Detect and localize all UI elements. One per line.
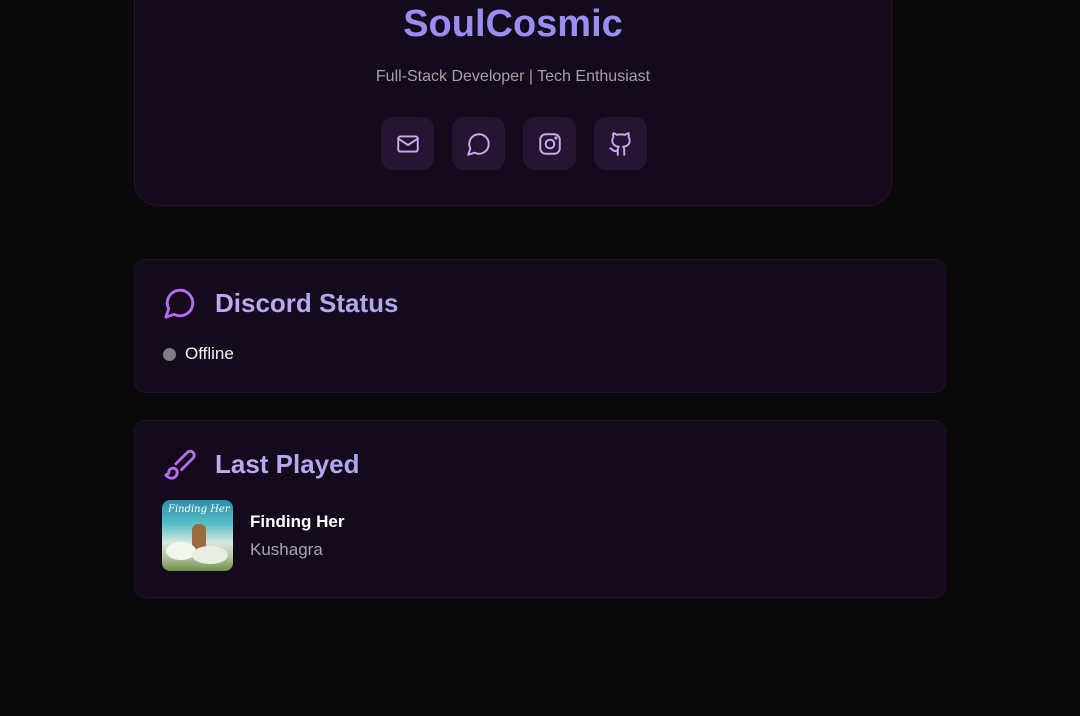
album-art: Finding Her [162,500,233,571]
chat-bubble-icon [164,288,195,319]
last-played-header: Last Played [163,447,360,481]
discord-status-header: Discord Status [163,286,399,320]
discord-status-title: Discord Status [215,287,399,318]
chat-icon [466,132,490,156]
profile-subtitle: Full-Stack Developer | Tech Enthusiast [375,68,651,85]
album-art-cloud [192,546,228,564]
last-played-panel: Last Played Finding Her Finding Her Kush… [134,420,946,598]
instagram-icon [538,132,561,155]
status-text: Offline [185,344,234,363]
last-played-title: Last Played [215,448,360,479]
album-art-text: Finding Her [168,504,230,515]
social-links [381,117,647,170]
track-title: Finding Her [250,511,345,531]
mail-icon [396,134,419,153]
github-icon [608,131,631,156]
discord-status-row: Offline [163,344,234,364]
profile-card: SoulCosmic Full-Stack Developer | Tech E… [134,0,892,206]
email-button[interactable] [381,117,434,170]
profile-name: SoulCosmic [135,3,891,46]
album-art-cloud [166,542,196,560]
discord-status-panel: Discord Status Offline [134,259,946,393]
instagram-button[interactable] [523,117,576,170]
track-info: Finding Her Kushagra [250,512,344,560]
github-button[interactable] [594,117,647,170]
track-item[interactable]: Finding Her Finding Her Kushagra [162,500,344,571]
track-artist: Kushagra [250,539,323,559]
discord-button[interactable] [452,117,505,170]
status-dot [163,347,176,361]
brush-icon [164,449,196,480]
